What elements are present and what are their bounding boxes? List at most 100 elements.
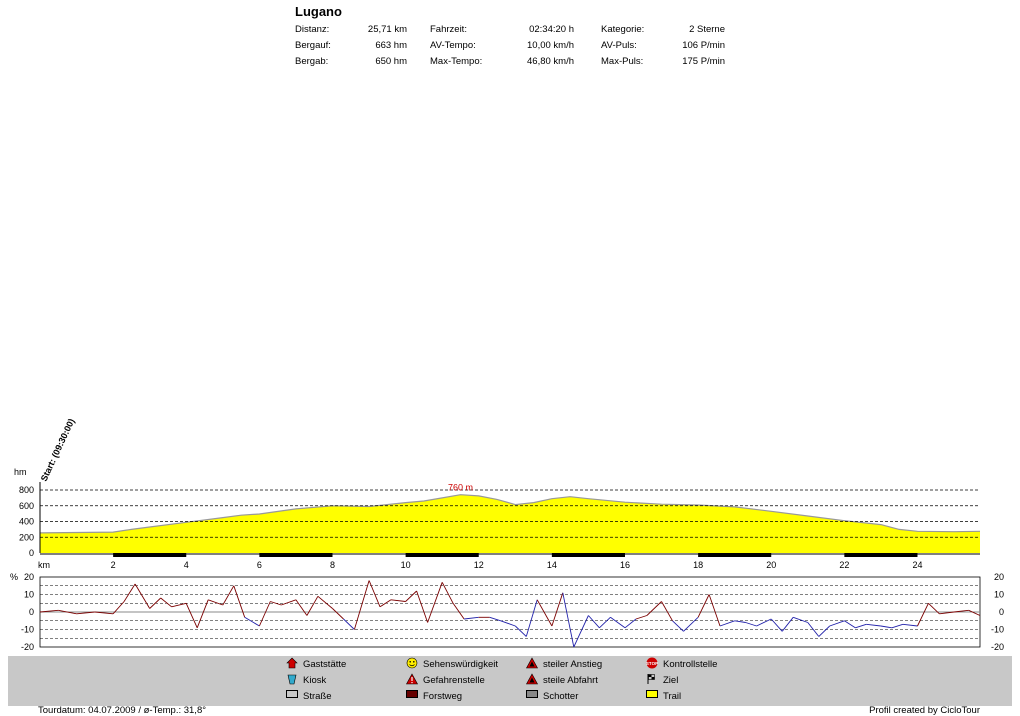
y-tick-label: 800 <box>19 485 34 495</box>
gradient-segment <box>672 620 684 632</box>
gradient-segment <box>514 625 527 637</box>
gradient-segment <box>829 620 845 627</box>
legend-item: steiler Anstieg <box>526 657 602 673</box>
gradient-segment <box>756 618 772 627</box>
legend-label: Gaststätte <box>303 659 347 670</box>
y-tick-label: 0 <box>29 548 34 558</box>
gradient-segment <box>281 599 297 606</box>
elevation-chart: 0200400600800hm Start: (09:30:00)760 mkm 2… <box>10 417 1004 652</box>
legend-item: Forstweg <box>406 689 462 705</box>
gradient-segment <box>635 615 648 620</box>
surface-segment <box>698 553 772 557</box>
smiley-icon <box>406 657 418 669</box>
legend-label: Straße <box>303 691 332 702</box>
gradient-segment <box>624 618 637 629</box>
house-icon <box>286 657 298 669</box>
gradient-segment <box>610 616 626 629</box>
legend-item: Schotter <box>526 689 578 705</box>
surface-segment <box>844 553 918 557</box>
gradient-segment <box>734 620 746 623</box>
stat-label: AV-Tempo: <box>430 40 476 51</box>
gradient-segment <box>222 585 235 606</box>
gradient-segment <box>661 601 673 622</box>
x-tick-label: 10 <box>401 560 411 570</box>
y-tick-label: 200 <box>19 532 34 542</box>
gradient-segment <box>134 583 151 609</box>
gradient-segment <box>317 595 333 609</box>
x-tick-label: 4 <box>184 560 189 570</box>
gradient-segment <box>160 597 172 608</box>
gradient-segment <box>123 583 136 602</box>
legend-label: steiler Anstieg <box>543 659 603 670</box>
gradient-segment <box>599 616 611 629</box>
gradient-segment <box>697 594 710 618</box>
legend-label: Kiosk <box>303 675 327 686</box>
gradient-segment <box>295 599 308 616</box>
gradient-y-tick-right: -10 <box>991 625 1004 635</box>
legend-item: Gaststätte <box>286 657 346 673</box>
legend-label: Sehenswürdigkeit <box>423 659 498 670</box>
gradient-segment <box>562 592 575 648</box>
gradient-segment <box>855 623 867 629</box>
surface-segment <box>551 553 625 557</box>
legend: Gaststätte Kiosk Straße Sehenswürdigkeit Gef… <box>8 656 1012 706</box>
gradient-segment <box>500 620 516 627</box>
stat-label: Fahrzeit: <box>430 24 467 35</box>
steep-up-icon <box>526 657 538 669</box>
legend-label: Forstweg <box>423 691 463 702</box>
gradient-segment <box>208 599 223 606</box>
street-swatch <box>286 690 298 698</box>
x-tick-label: 8 <box>330 560 335 570</box>
legend-label: steile Abfahrt <box>543 675 598 686</box>
stat-value: 2 Sterne <box>689 24 725 35</box>
gradient-y-tick-left: -20 <box>21 642 34 652</box>
stop-icon: STOP <box>646 657 658 669</box>
stat-value: 02:34:20 h <box>529 24 574 35</box>
gradient-segment <box>902 623 918 627</box>
x-tick-label: 16 <box>620 560 630 570</box>
gradient-segment <box>416 590 429 623</box>
gradient-segment <box>536 599 553 627</box>
gradient-segment <box>244 616 260 627</box>
stat-value: 10,00 km/h <box>527 40 574 51</box>
legend-label: Kontrollstelle <box>663 659 718 670</box>
legend-item: Ziel <box>646 673 678 689</box>
gradient-segment <box>573 615 589 648</box>
gradient-segment <box>745 622 757 627</box>
gradient-y-tick-right: -20 <box>991 642 1004 652</box>
legend-label: Trail <box>663 691 682 702</box>
x-tick-label: 12 <box>474 560 484 570</box>
legend-label: Schotter <box>543 691 579 702</box>
surface-segment <box>259 553 333 557</box>
stat-value: 25,71 km <box>367 24 407 35</box>
gradient-segment <box>390 599 406 602</box>
gradient-segment <box>866 623 881 627</box>
gradient-segment <box>719 620 735 627</box>
gradient-segment <box>427 582 443 623</box>
gradient-segment <box>708 594 721 627</box>
gradient-segment <box>353 580 370 630</box>
stat-value: 175 P/min <box>682 56 725 67</box>
x-tick-label: 20 <box>766 560 776 570</box>
gradient-segment <box>489 616 501 622</box>
gradient-segment <box>306 596 319 616</box>
legend-item: Kiosk <box>286 673 326 689</box>
tour-date: Tourdatum: 04.07.2009 / ø-Temp.: 31,8° <box>38 705 207 716</box>
flag-icon <box>646 673 658 685</box>
gradient-y-tick-left: 20 <box>24 572 34 582</box>
gradient-segment <box>844 620 856 629</box>
y-tick-label: 600 <box>19 501 34 511</box>
legend-item: Straße <box>286 689 332 705</box>
y-axis-label: hm <box>14 467 27 477</box>
gradient-segment <box>968 609 981 616</box>
legend-label: Gefahrenstelle <box>423 675 485 686</box>
cup-icon <box>286 673 298 685</box>
warning-icon <box>406 673 418 685</box>
gradient-y-tick-right: 10 <box>994 590 1004 600</box>
gradient-segment <box>368 580 381 607</box>
gradient-segment <box>171 602 187 608</box>
surface-segment <box>113 553 187 557</box>
start-label: Start: (09:30:00) <box>39 417 77 483</box>
trail-swatch <box>646 690 658 698</box>
gradient-segment <box>818 625 831 637</box>
